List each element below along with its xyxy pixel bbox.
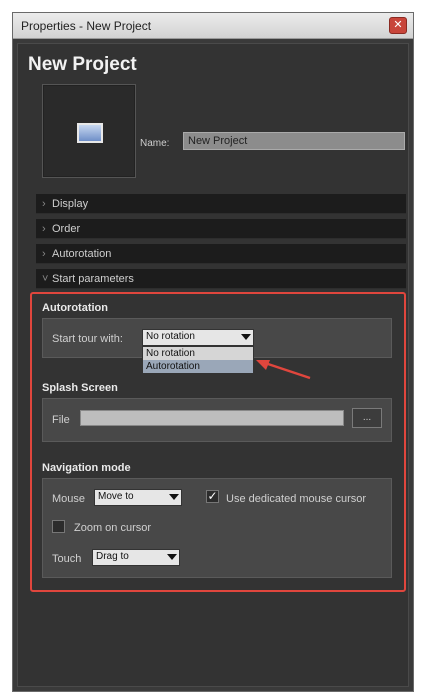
mouse-label: Mouse	[52, 493, 86, 505]
chevron-right-icon: ›	[42, 223, 46, 235]
chevron-down-icon	[169, 494, 179, 500]
zoom-cursor-checkbox[interactable]	[52, 520, 65, 533]
start-tour-label: Start tour with:	[52, 333, 123, 345]
zoom-cursor-label: Zoom on cursor	[74, 522, 152, 534]
touch-mode-value: Drag to	[96, 551, 129, 562]
properties-panel: New Project Name: › Display › Order › Autor…	[17, 43, 409, 687]
title-bar[interactable]: Properties - New Project ✕	[13, 13, 413, 39]
name-input[interactable]	[183, 132, 405, 150]
section-label: Display	[52, 198, 89, 210]
section-autorotation[interactable]: › Autorotation	[36, 244, 406, 264]
chevron-down-icon: ˅	[42, 273, 49, 285]
section-label: Order	[52, 223, 81, 235]
file-label: File	[52, 414, 70, 426]
chevron-down-icon	[167, 554, 177, 560]
splash-group-title: Splash Screen	[42, 382, 118, 394]
chevron-right-icon: ›	[42, 248, 46, 260]
section-order[interactable]: › Order	[36, 219, 406, 239]
close-button[interactable]: ✕	[389, 17, 407, 34]
name-label: Name:	[140, 138, 170, 149]
chevron-down-icon	[241, 334, 251, 340]
properties-window: Properties - New Project ✕ New Project N…	[12, 12, 414, 692]
annotation-arrow-icon	[256, 360, 311, 380]
file-path-field[interactable]	[80, 410, 344, 426]
section-start-parameters[interactable]: ˅ Start parameters	[36, 269, 406, 289]
autorotation-group-title: Autorotation	[42, 302, 108, 314]
section-label: Start parameters	[52, 273, 134, 285]
touch-label: Touch	[52, 553, 82, 565]
start-tour-select[interactable]: No rotation	[142, 329, 254, 346]
close-icon: ✕	[393, 19, 403, 31]
browse-button[interactable]: ...	[352, 408, 382, 428]
start-tour-value: No rotation	[146, 331, 195, 342]
image-icon	[77, 123, 103, 143]
chevron-right-icon: ›	[42, 198, 46, 210]
project-thumbnail[interactable]	[42, 84, 136, 178]
section-display[interactable]: › Display	[36, 194, 406, 214]
dropdown-option-no-rotation[interactable]: No rotation	[143, 347, 253, 360]
section-label: Autorotation	[52, 248, 112, 260]
mouse-mode-select[interactable]: Move to	[94, 489, 182, 506]
mouse-mode-value: Move to	[98, 491, 134, 502]
dedicated-cursor-label: Use dedicated mouse cursor	[226, 493, 367, 505]
project-title: New Project	[28, 54, 137, 75]
navigation-group-title: Navigation mode	[42, 462, 131, 474]
touch-mode-select[interactable]: Drag to	[92, 549, 180, 566]
window-title: Properties - New Project	[21, 19, 152, 33]
checkmark-icon: ✓	[207, 489, 218, 503]
start-tour-dropdown-list: No rotation Autorotation	[142, 346, 254, 374]
dropdown-option-autorotation[interactable]: Autorotation	[143, 360, 253, 373]
dedicated-cursor-checkbox[interactable]: ✓	[206, 490, 219, 503]
